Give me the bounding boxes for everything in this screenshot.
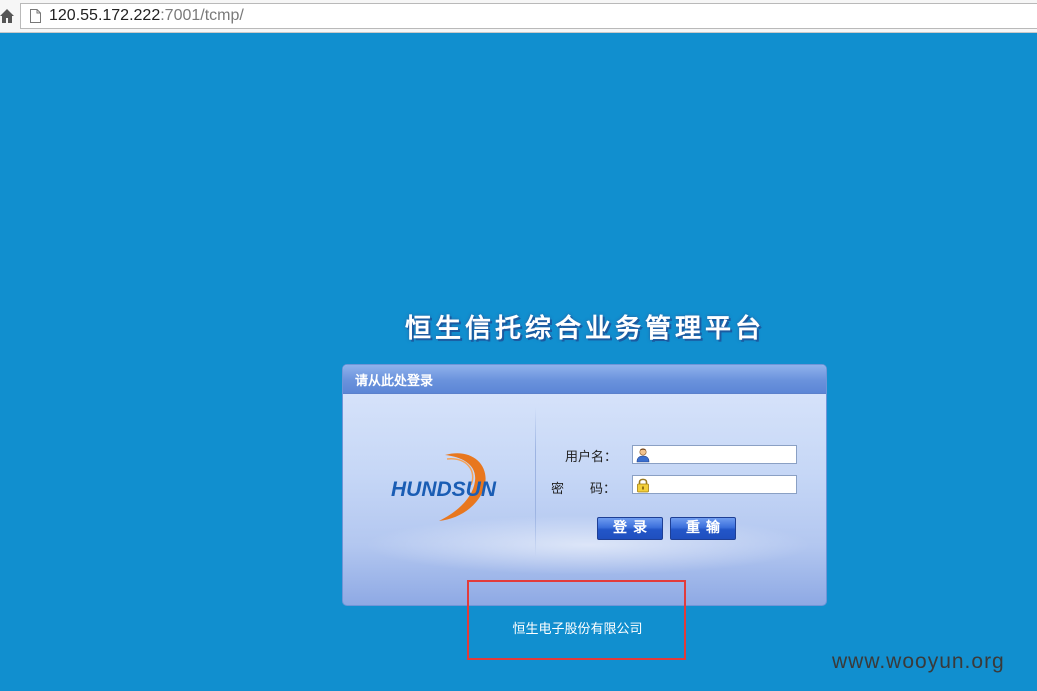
watermark: www.wooyun.org	[832, 650, 1005, 673]
reset-button[interactable]: 重输	[670, 517, 736, 540]
panel-divider	[535, 407, 536, 557]
username-input[interactable]	[632, 445, 797, 464]
login-panel-header: 请从此处登录	[343, 365, 826, 394]
page-icon	[30, 9, 41, 23]
password-label: 密 码：	[551, 482, 617, 497]
login-button[interactable]: 登录	[597, 517, 663, 540]
url-field[interactable]: 120.55.172.222:7001/tcmp/	[20, 3, 1037, 29]
lock-icon	[637, 478, 649, 493]
highlight-box	[467, 580, 686, 660]
url-text: 120.55.172.222:7001/tcmp/	[49, 7, 244, 25]
login-panel: 请从此处登录 HUNDSUN 用户名： 密 码： 登录 重输	[342, 364, 827, 606]
username-label: 用户名：	[565, 450, 618, 465]
url-host: 120.55.172.222	[49, 7, 161, 24]
user-icon	[636, 448, 650, 463]
home-icon[interactable]	[0, 8, 14, 24]
page-title: 恒生信托综合业务管理平台	[404, 314, 765, 344]
login-panel-header-text: 请从此处登录	[355, 374, 434, 389]
password-input[interactable]	[632, 475, 797, 494]
logo-text: HUNDSUN	[391, 478, 497, 501]
url-path: :7001/tcmp/	[160, 7, 244, 24]
browser-address-bar: 120.55.172.222:7001/tcmp/	[0, 0, 1037, 33]
hundsun-logo: HUNDSUN	[391, 453, 497, 521]
